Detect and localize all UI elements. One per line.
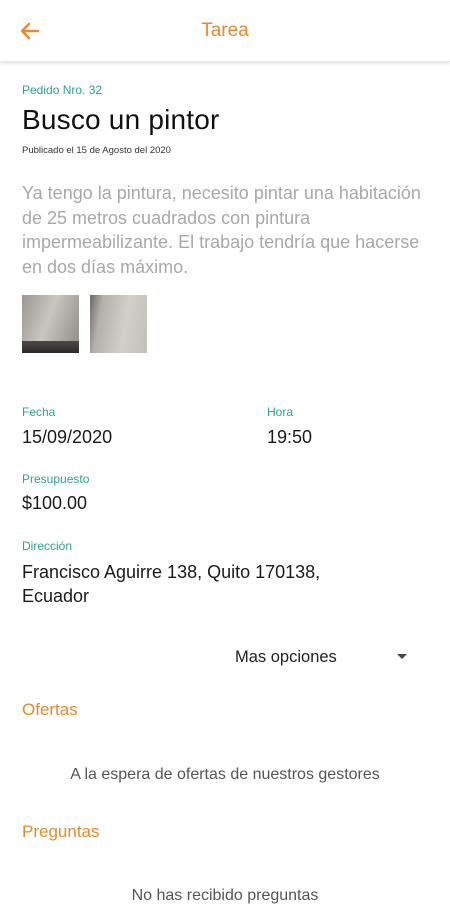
task-description: Ya tengo la pintura, necesito pintar una… — [22, 183, 421, 277]
task-title: Busco un pintor — [22, 104, 220, 135]
photo-thumbnail-2[interactable] — [90, 295, 147, 353]
page-title: Tarea — [201, 20, 249, 41]
caret-down-icon — [397, 654, 407, 659]
published-date: Publicado el 15 de Agosto del 2020 — [22, 145, 171, 156]
questions-empty-message: No has recibido preguntas — [131, 887, 319, 904]
budget-value: $100.00 — [22, 493, 88, 513]
more-options-label: Mas opciones — [235, 648, 337, 666]
more-options-dropdown[interactable]: Mas opciones — [235, 646, 415, 670]
time-value: 19:50 — [267, 427, 313, 447]
offers-empty-message: A la espera de ofertas de nuestros gesto… — [70, 766, 380, 783]
address-label: Dirección — [22, 539, 73, 553]
time-label: Hora — [267, 405, 294, 419]
questions-heading: Preguntas — [22, 822, 100, 841]
order-number: Pedido Nro. 32 — [22, 83, 103, 97]
date-value: 15/09/2020 — [22, 427, 113, 447]
budget-label: Presupuesto — [22, 472, 90, 486]
photo-thumbnail-1[interactable] — [22, 295, 79, 353]
date-label: Fecha — [22, 405, 56, 419]
app-bar: Tarea — [0, 0, 450, 62]
address-value: Francisco Aguirre 138, Quito 170138, Ecu… — [22, 562, 321, 606]
offers-heading: Ofertas — [22, 700, 78, 719]
